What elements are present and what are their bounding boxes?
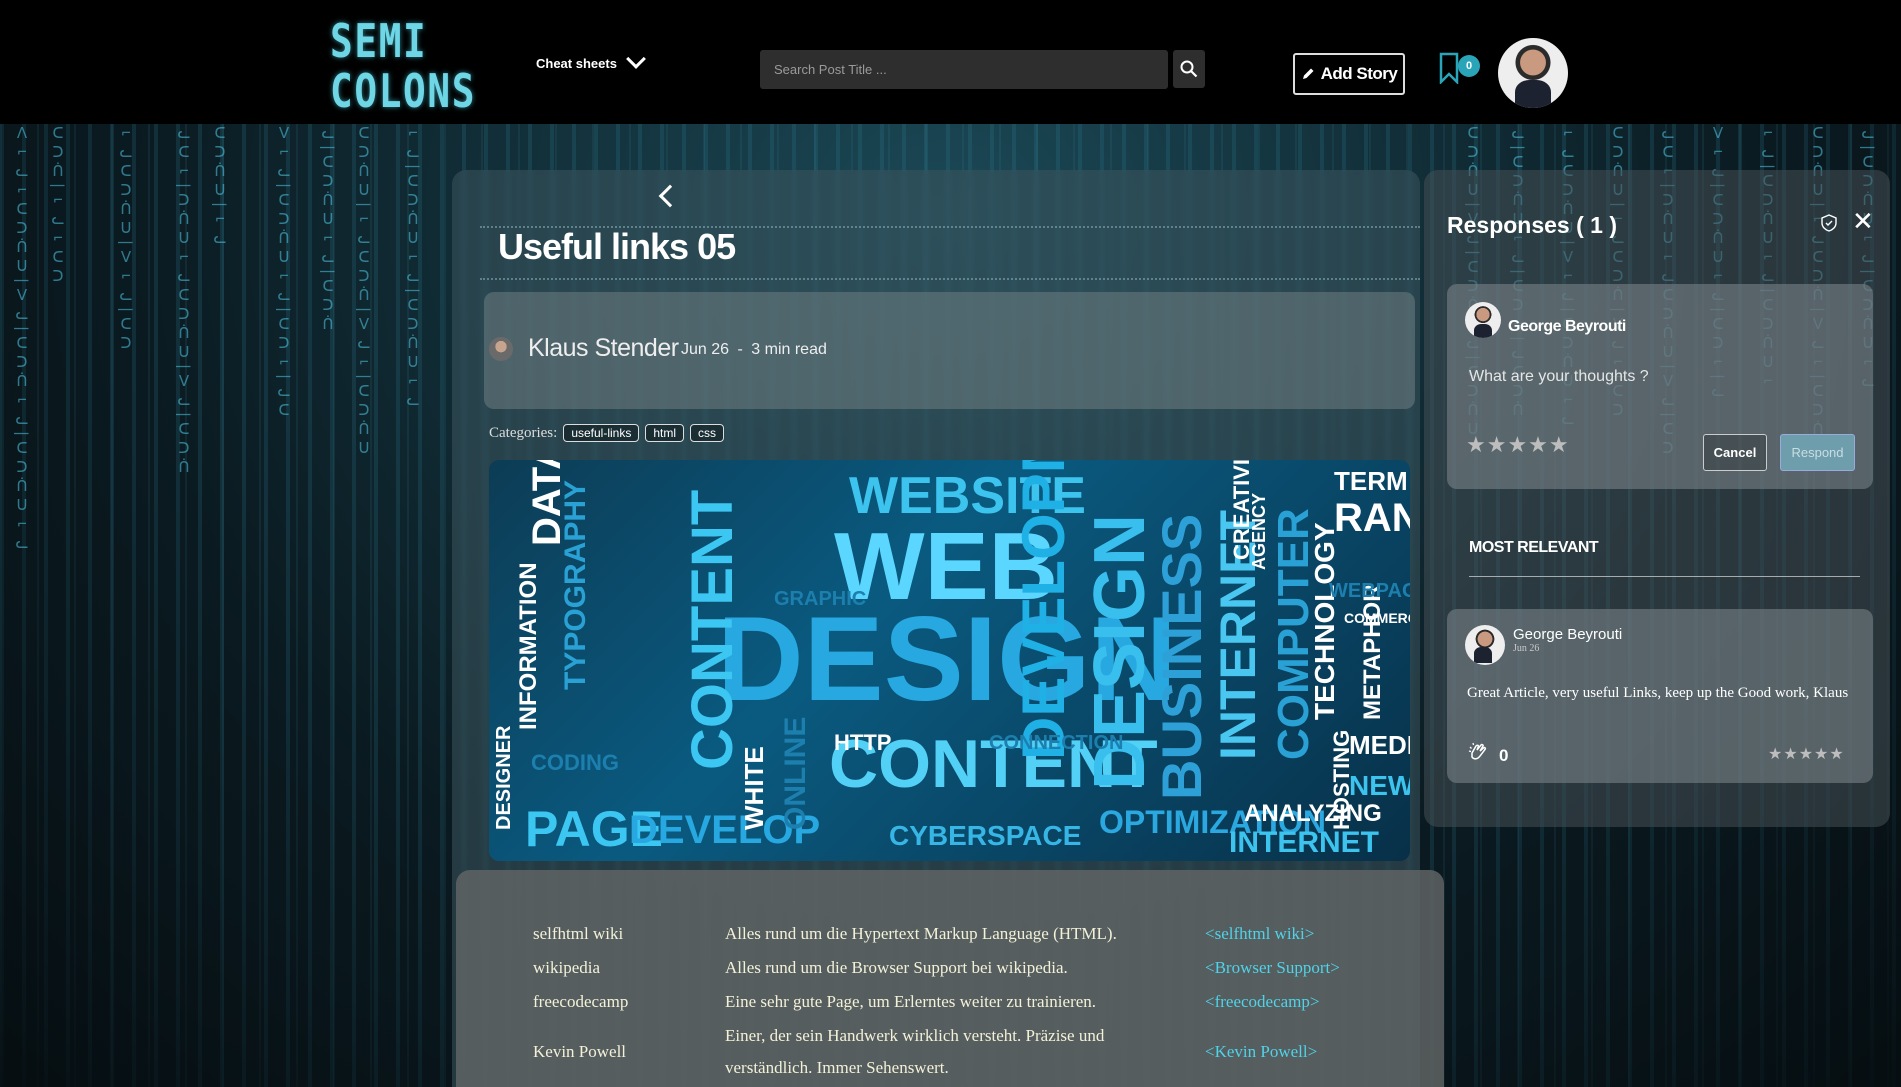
clap-icon[interactable] bbox=[1467, 741, 1489, 768]
divider bbox=[1469, 576, 1860, 577]
hero-word: ANALYZING bbox=[1244, 800, 1382, 827]
comment-text: Great Article, very useful Links, keep u… bbox=[1467, 685, 1849, 701]
code-rain: ⌐ᓚ|ᑕᑐᑏᑌ⌐ᓚ|ᑕᑐᑏᑌ⌐ᓚ bbox=[405, 124, 420, 411]
comment-avatar bbox=[1465, 625, 1505, 665]
link-name: Kevin Powell bbox=[533, 1042, 627, 1061]
link-name: wikipedia bbox=[533, 958, 601, 977]
rating-stars[interactable]: ★★★★★ bbox=[1466, 432, 1570, 458]
divider bbox=[480, 278, 1420, 280]
bookmark-icon bbox=[1439, 52, 1459, 86]
link-description: Alles rund um die Browser Support bei wi… bbox=[725, 958, 1068, 977]
code-rain: ᐯ⌐ᓚ|ᑕᑐᑏᑌ⌐ᓚ|ᑕᑐ⌐|ᓚᑕ bbox=[276, 124, 291, 421]
code-rain: ᓚ|ᑕᑐᑏᑌ⌐ᓚ|ᑕᑐᑏ bbox=[320, 124, 335, 335]
link-anchor[interactable]: <freecodecamp> bbox=[1205, 992, 1320, 1012]
respond-button[interactable]: Respond bbox=[1780, 434, 1855, 471]
top-navbar: SEMI COLONS Cheat sheets Add Story 0 bbox=[0, 0, 1901, 124]
author-name[interactable]: Klaus Stender bbox=[528, 334, 679, 363]
link-anchor[interactable]: <Kevin Powell> bbox=[1205, 1042, 1317, 1062]
search-button[interactable] bbox=[1173, 50, 1205, 88]
most-relevant-heading: MOST RELEVANT bbox=[1469, 539, 1599, 556]
chevron-down-icon bbox=[626, 48, 646, 69]
search-icon bbox=[1180, 60, 1198, 78]
bookmark-count-badge: 0 bbox=[1458, 55, 1480, 77]
compose-avatar bbox=[1465, 302, 1501, 338]
tag-html[interactable]: html bbox=[645, 424, 685, 442]
link-name: freecodecamp bbox=[533, 992, 629, 1011]
author-avatar[interactable] bbox=[489, 337, 513, 361]
hero-word: ONLINE bbox=[779, 716, 812, 830]
read-time: 3 min read bbox=[751, 341, 827, 358]
hero-word: MEDIA bbox=[1349, 730, 1410, 760]
hero-word: TERM bbox=[1334, 466, 1408, 496]
hero-word: HOSTING bbox=[1329, 729, 1354, 830]
hero-word: RANK bbox=[1334, 496, 1410, 540]
code-rain: ᑕᑐᑏ|⌐ᓚ⌐ᑕᑐ bbox=[50, 124, 65, 287]
categories-label: Categories: bbox=[489, 424, 558, 441]
hero-word: METAPHOR bbox=[1359, 584, 1386, 720]
hero-word: DESIGNER bbox=[493, 725, 515, 830]
link-description: Einer, der sein Handwerk wirklich verste… bbox=[725, 1026, 1105, 1045]
close-icon[interactable]: ✕ bbox=[1852, 208, 1874, 234]
pencil-icon bbox=[1302, 68, 1314, 79]
code-rain: ⌐ᓚᑕᑐᑏᑌ|ᐯ⌐ᓚ|ᑕᑐ bbox=[118, 124, 133, 354]
clap-count: 0 bbox=[1499, 746, 1509, 765]
hero-word: TECHNOLOGY bbox=[1309, 522, 1340, 720]
link-description: Alles rund um die Hypertext Markup Langu… bbox=[725, 924, 1117, 943]
cheat-sheets-label: Cheat sheets bbox=[536, 56, 617, 71]
code-rain: ᑕᑐᑏᑌ|⌐ᓚᑕᑐᑏ|ᐯᓚ⌐|ᑕᑐᑏᑌ bbox=[356, 124, 371, 459]
link-name: selfhtml wiki bbox=[533, 924, 624, 943]
hero-word: CONNECTION bbox=[989, 732, 1124, 754]
hero-word: WEBPAGE bbox=[1329, 580, 1410, 602]
hero-word: NEWS bbox=[1349, 770, 1410, 801]
hero-word: INFORMATION bbox=[515, 562, 542, 730]
add-story-button[interactable]: Add Story bbox=[1293, 53, 1405, 95]
post-meta: Jun 26 - 3 min read bbox=[681, 341, 827, 359]
hero-word: CONTENT bbox=[680, 489, 745, 770]
link-description: Eine sehr gute Page, um Erlerntes weiter… bbox=[725, 992, 1097, 1011]
search-input[interactable] bbox=[760, 50, 1168, 89]
comment-author[interactable]: George Beyrouti bbox=[1513, 626, 1622, 643]
response-textarea[interactable]: What are your thoughts ? bbox=[1469, 368, 1649, 386]
post-date: Jun 26 bbox=[681, 341, 730, 358]
site-logo[interactable]: SEMI COLONS bbox=[330, 16, 474, 116]
link-description: verständlich. Immer Sehenswert. bbox=[725, 1058, 949, 1077]
link-anchor[interactable]: <Browser Support> bbox=[1205, 958, 1340, 978]
hero-word: DATA bbox=[525, 460, 569, 546]
hero-word: AGENCY bbox=[1249, 492, 1269, 570]
tag-useful-links[interactable]: useful-links bbox=[563, 424, 640, 442]
user-avatar[interactable] bbox=[1498, 38, 1568, 108]
hero-word: CYBERSPACE bbox=[889, 820, 1082, 851]
responses-title: Responses ( 1 ) bbox=[1447, 212, 1617, 238]
code-rain: ᓚᑕ⌐|ᑐᑏᑌ⌐ᓚᑕᑐᑏᑌ|ᐯᓚ|ᑕᑐᑏ bbox=[176, 124, 191, 478]
code-rain: ᐱ⌐ᓚ⌐ᑕᑐᑏᑌ|ᐯᓚ|ᑕᑐᑏ⌐ᓚ|ᑕᑐᑏᑌ⌐ᓚ bbox=[14, 124, 29, 554]
article-title: Useful links 05 bbox=[498, 226, 736, 267]
hero-word: BUSINESS bbox=[1150, 513, 1213, 800]
hero-word: CODING bbox=[531, 750, 619, 775]
hero-word: GRAPHIC bbox=[774, 588, 867, 610]
link-anchor[interactable]: <selfhtml wiki> bbox=[1205, 924, 1314, 944]
cheat-sheets-dropdown[interactable]: Cheat sheets bbox=[536, 48, 646, 71]
categories-row: Categories: useful-links html css bbox=[489, 424, 725, 442]
compose-user-name: George Beyrouti bbox=[1508, 318, 1626, 335]
hero-word: INTERNET bbox=[1229, 826, 1379, 859]
hero-word: HTTP bbox=[834, 730, 892, 755]
shield-icon[interactable] bbox=[1821, 214, 1837, 237]
code-rain: ᑕᑐᑏᑌ|⌐ᓚ bbox=[212, 124, 227, 249]
comment-date: Jun 26 bbox=[1513, 643, 1540, 654]
tag-css[interactable]: css bbox=[690, 424, 725, 442]
hero-image: WEBSITE WEB DESIGN CONTENT DEVELOPMENT D… bbox=[489, 460, 1410, 861]
hero-word: DEVELOPMENT bbox=[1010, 460, 1077, 760]
comment-rating-stars: ★★★★★ bbox=[1768, 746, 1845, 763]
hero-word: COMMERCE bbox=[1344, 610, 1410, 626]
cancel-button[interactable]: Cancel bbox=[1703, 434, 1767, 471]
bookmark-button[interactable] bbox=[1438, 52, 1460, 89]
add-story-label: Add Story bbox=[1320, 64, 1398, 83]
meta-separator: - bbox=[737, 341, 743, 358]
